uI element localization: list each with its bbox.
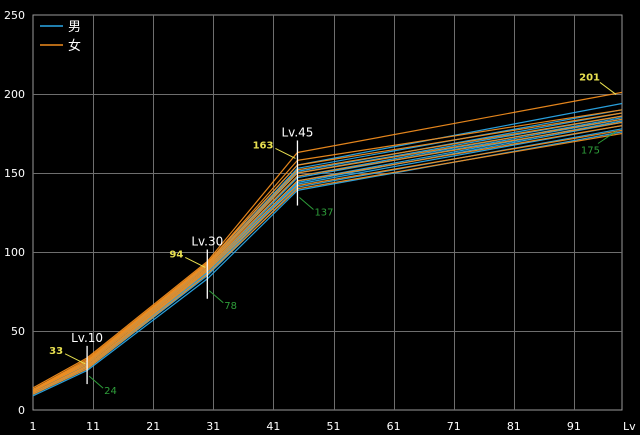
x-tick-label: 71 <box>447 420 461 433</box>
level-marker-label: Lv.45 <box>281 125 313 139</box>
min-annotation-label: 24 <box>104 386 117 397</box>
x-tick-label: 31 <box>206 420 220 433</box>
y-tick-label: 100 <box>4 246 25 259</box>
level-marker-label: Lv.30 <box>191 234 223 248</box>
max-annotation-label: 94 <box>169 249 183 260</box>
max-annotation-label: 163 <box>253 140 274 151</box>
y-tick-label: 50 <box>11 325 25 338</box>
level-marker-label: Lv.10 <box>71 331 103 345</box>
legend-label: 男 <box>68 20 81 35</box>
x-tick-label: 21 <box>146 420 160 433</box>
level-growth-chart: Lv.103324Lv.309478Lv.45163137201175 1 11 2… <box>0 0 640 435</box>
min-annotation-label: 78 <box>224 301 237 312</box>
x-tick-label: 51 <box>327 420 341 433</box>
y-tick-label: 200 <box>4 88 25 101</box>
y-tick-label: 0 <box>18 404 25 417</box>
x-tick-label: 41 <box>266 420 280 433</box>
x-tick-label: 91 <box>567 420 581 433</box>
x-tick-label: 61 <box>387 420 401 433</box>
y-tick-label: 150 <box>4 167 25 180</box>
x-axis-label: Lv <box>623 420 636 433</box>
x-tick-label: 1 <box>30 420 37 433</box>
x-tick-label: 81 <box>507 420 521 433</box>
max-annotation-label: 33 <box>49 346 63 357</box>
end-max-label: 201 <box>579 72 600 83</box>
min-annotation-label: 137 <box>314 208 333 219</box>
y-tick-label: 250 <box>4 9 25 22</box>
x-tick-label: 11 <box>86 420 100 433</box>
end-min-label: 175 <box>581 146 600 157</box>
legend-label: 女 <box>68 38 81 54</box>
